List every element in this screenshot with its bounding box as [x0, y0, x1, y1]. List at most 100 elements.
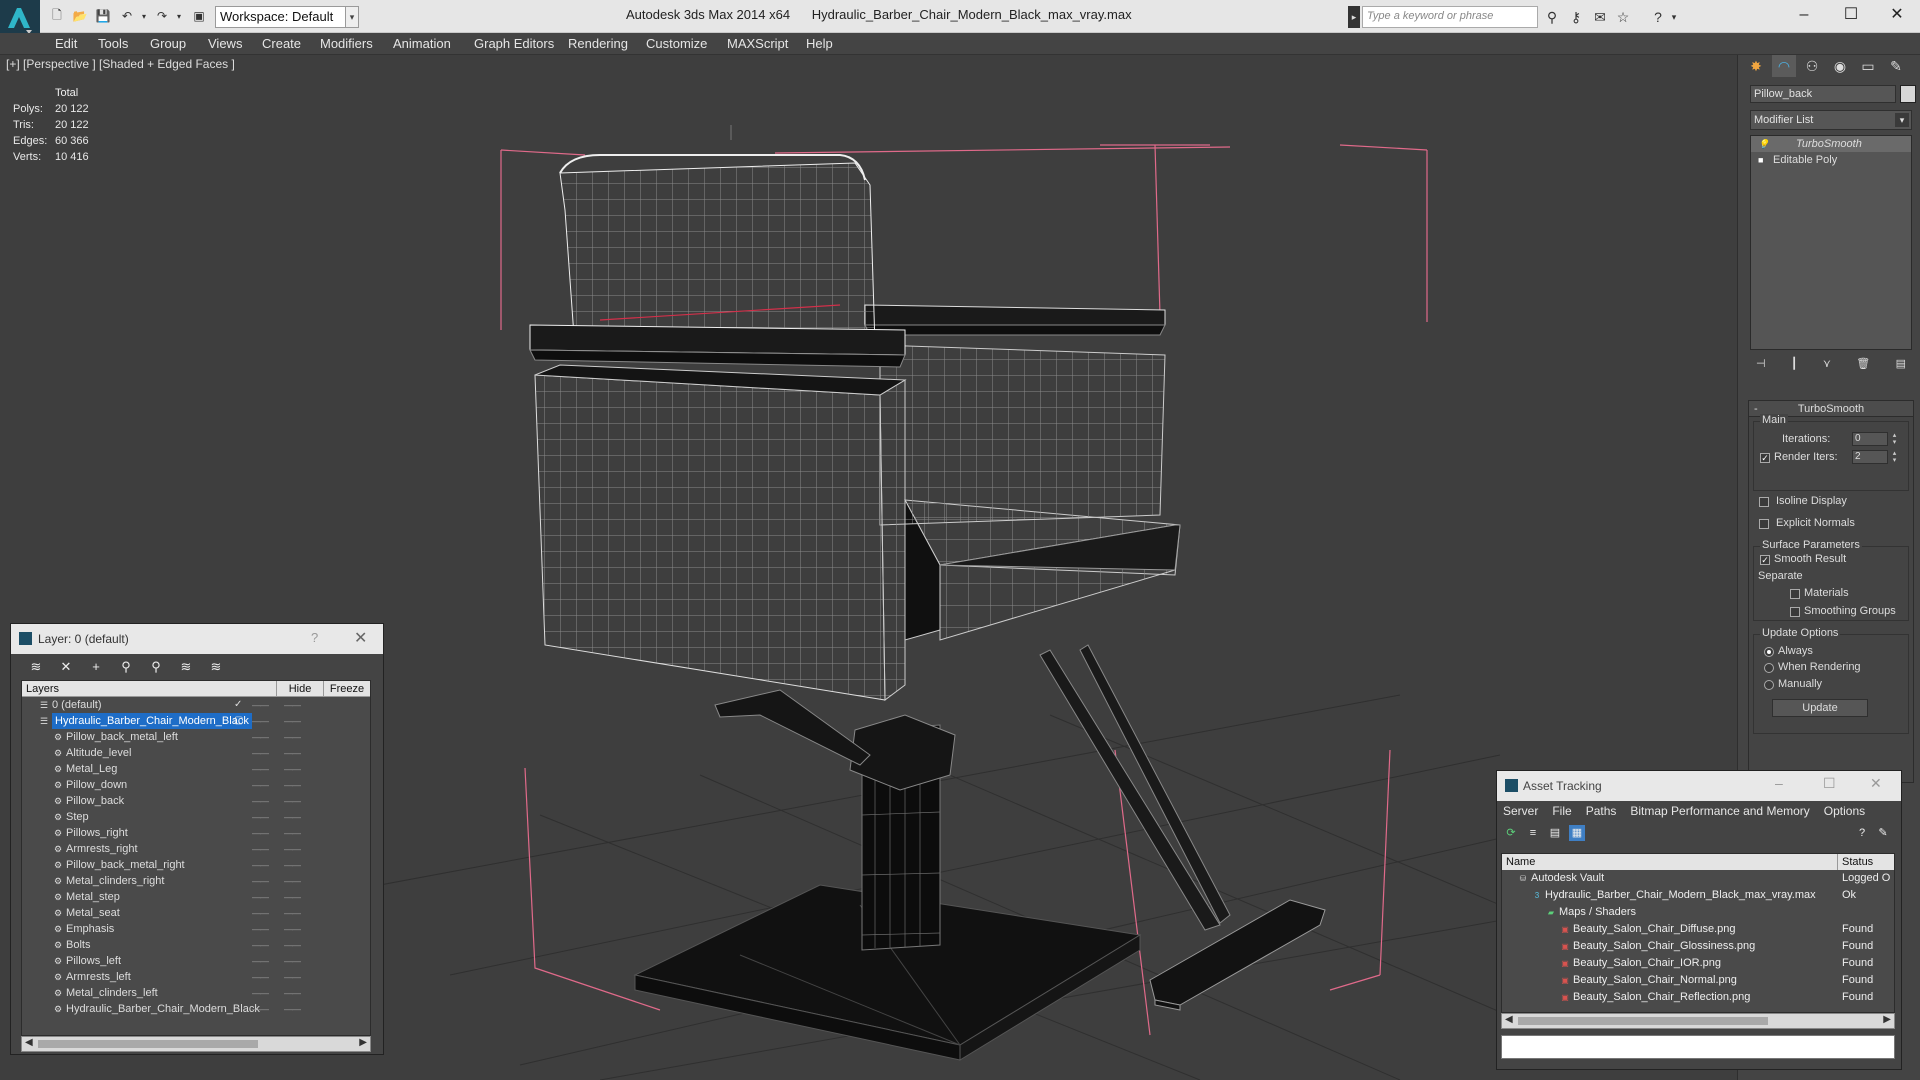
undo-icon[interactable]: ↶ — [118, 7, 136, 25]
hide-toggle[interactable]: —— — [252, 697, 269, 713]
layer-name[interactable]: Metal_step — [66, 889, 120, 905]
menu-graph-editors[interactable]: Graph Editors — [474, 36, 554, 51]
hide-toggle[interactable]: —— — [252, 745, 269, 761]
freeze-toggle[interactable]: —— — [284, 937, 301, 953]
iterations-spinner[interactable]: 0 — [1852, 432, 1888, 446]
help-icon[interactable]: ? — [311, 630, 318, 645]
layer-name[interactable]: Metal_clinders_left — [66, 985, 158, 1001]
spinner-arrows-icon[interactable]: ▴ ▾ — [1890, 432, 1899, 446]
explicit-normals-checkbox[interactable] — [1759, 519, 1769, 529]
freeze-toggle[interactable]: —— — [284, 873, 301, 889]
layer-row[interactable]: ⚙ Armrests_left —— —— — [22, 969, 370, 985]
object-name-field[interactable]: Pillow_back — [1750, 85, 1896, 103]
freeze-toggle[interactable]: —— — [284, 761, 301, 777]
asset-row[interactable]: ▣ Beauty_Salon_Chair_IOR.png Found — [1502, 955, 1894, 972]
asset-menu-paths[interactable]: Paths — [1586, 804, 1617, 821]
redo-dropdown-icon[interactable]: ▾ — [170, 7, 188, 25]
table-view-icon[interactable]: ▦ — [1569, 825, 1585, 841]
freeze-toggle[interactable]: —— — [284, 889, 301, 905]
new-file-icon[interactable]: 🗋 — [48, 7, 66, 25]
menu-tools[interactable]: Tools — [98, 36, 128, 51]
modifier-list-dropdown[interactable]: Modifier List ▾ — [1750, 110, 1912, 130]
layer-name[interactable]: 0 (default) — [52, 697, 102, 713]
display-tab-icon[interactable]: ▭ — [1856, 55, 1880, 77]
remove-modifier-icon[interactable]: 🗑 — [1856, 357, 1870, 377]
menu-rendering[interactable]: Rendering — [568, 36, 628, 51]
close-icon[interactable]: ✕ — [354, 628, 367, 648]
hide-toggle[interactable]: —— — [252, 777, 269, 793]
maximize-icon[interactable]: ☐ — [1823, 775, 1836, 792]
configure-modifier-sets-icon[interactable]: ▤ — [1896, 357, 1906, 377]
hide-toggle[interactable]: —— — [252, 905, 269, 921]
layer-name[interactable]: Pillow_down — [66, 777, 127, 793]
modify-tab-icon[interactable]: ◠ — [1772, 55, 1796, 77]
asset-row[interactable]: ⛁ Autodesk Vault Logged O — [1502, 870, 1894, 887]
current-layer-check-icon[interactable]: ✓ — [234, 697, 242, 713]
render-iters-spinner[interactable]: 2 — [1852, 450, 1888, 464]
spinner-arrows-icon[interactable]: ▴ ▾ — [1890, 450, 1899, 464]
project-folder-icon[interactable]: ▣ — [190, 7, 208, 25]
refresh-icon[interactable]: ⟳ — [1503, 825, 1519, 841]
key-icon[interactable]: ⚷ — [1566, 7, 1586, 27]
freeze-toggle[interactable]: —— — [284, 953, 301, 969]
menu-views[interactable]: Views — [208, 36, 242, 51]
always-radio[interactable] — [1764, 647, 1774, 657]
favorites-icon[interactable]: ☆ — [1613, 7, 1633, 27]
stack-item-editable-poly[interactable]: ■ Editable Poly — [1751, 152, 1911, 168]
menu-group[interactable]: Group — [150, 36, 186, 51]
layer-row[interactable]: ⚙ Pillows_left —— —— — [22, 953, 370, 969]
delete-layer-icon[interactable]: ✕ — [57, 659, 75, 675]
hide-toggle[interactable]: —— — [252, 969, 269, 985]
smoothing-groups-checkbox[interactable] — [1790, 607, 1800, 617]
hide-toggle[interactable]: —— — [252, 841, 269, 857]
freeze-toggle[interactable]: —— — [284, 825, 301, 841]
minimize-button[interactable]: – — [1781, 0, 1827, 30]
scroll-right-icon[interactable]: ▶ — [1883, 1014, 1891, 1025]
show-end-result-icon[interactable]: ┃ — [1791, 357, 1798, 377]
layer-row[interactable]: ⚙ Emphasis —— —— — [22, 921, 370, 937]
select-objects-icon[interactable]: ⚲ — [117, 659, 135, 675]
smooth-result-checkbox[interactable]: ✓ — [1760, 555, 1770, 565]
layer-name[interactable]: Step — [66, 809, 89, 825]
minimize-icon[interactable]: – — [1775, 775, 1783, 791]
freeze-toggle[interactable]: —— — [284, 1001, 301, 1017]
layer-row[interactable]: ⚙ Armrests_right —— —— — [22, 841, 370, 857]
layer-name[interactable]: Pillow_back — [66, 793, 124, 809]
scroll-left-icon[interactable]: ◀ — [1505, 1014, 1513, 1025]
hide-toggle[interactable]: —— — [252, 793, 269, 809]
asset-row[interactable]: ▣ Beauty_Salon_Chair_Diffuse.png Found — [1502, 921, 1894, 938]
layer-name[interactable]: Armrests_right — [66, 841, 138, 857]
hide-toggle[interactable]: —— — [252, 729, 269, 745]
asset-menu-options[interactable]: Options — [1824, 804, 1865, 821]
layer-row[interactable]: ⚙ Step —— —— — [22, 809, 370, 825]
hierarchy-tab-icon[interactable]: ⚇ — [1800, 55, 1824, 77]
layer-name[interactable]: Metal_Leg — [66, 761, 117, 777]
menu-customize[interactable]: Customize — [646, 36, 707, 51]
scroll-right-icon[interactable]: ▶ — [359, 1037, 367, 1048]
hide-toggle[interactable]: —— — [252, 809, 269, 825]
asset-row[interactable]: ▰ Maps / Shaders — [1502, 904, 1894, 921]
layer-row[interactable]: ⚙ Pillows_right —— —— — [22, 825, 370, 841]
make-unique-icon[interactable]: ⋎ — [1823, 357, 1831, 377]
asset-menu-server[interactable]: Server — [1503, 804, 1538, 821]
layer-row[interactable]: ⚙ Pillow_back —— —— — [22, 793, 370, 809]
hide-toggle[interactable]: —— — [252, 1001, 269, 1017]
layer-name[interactable]: Hydraulic_Barber_Chair_Modern_Black — [66, 1001, 260, 1017]
layer-name[interactable]: Emphasis — [66, 921, 114, 937]
layer-name[interactable]: Pillow_back_metal_left — [66, 729, 178, 745]
scroll-left-icon[interactable]: ◀ — [25, 1037, 33, 1048]
freeze-toggle[interactable]: —— — [284, 697, 301, 713]
hide-toggle[interactable]: —— — [252, 889, 269, 905]
list-view-icon[interactable]: ≡ — [1525, 825, 1541, 841]
layer-window-titlebar[interactable]: Layer: 0 (default) ? ✕ — [11, 624, 383, 654]
context-help-icon[interactable]: ✎ — [1875, 825, 1891, 841]
col-status[interactable]: Status — [1838, 854, 1894, 870]
col-hide[interactable]: Hide — [277, 681, 324, 696]
select-layer-icon[interactable]: ⚲ — [147, 659, 165, 675]
update-button[interactable]: Update — [1772, 699, 1868, 717]
layer-row[interactable]: ⚙ Bolts —— —— — [22, 937, 370, 953]
pin-stack-icon[interactable]: ⊣ — [1756, 357, 1766, 377]
layer-name[interactable]: Pillow_back_metal_right — [66, 857, 185, 873]
layer-row[interactable]: ⚙ Hydraulic_Barber_Chair_Modern_Black —— —— — [22, 1001, 370, 1017]
object-color-swatch[interactable] — [1900, 85, 1916, 103]
